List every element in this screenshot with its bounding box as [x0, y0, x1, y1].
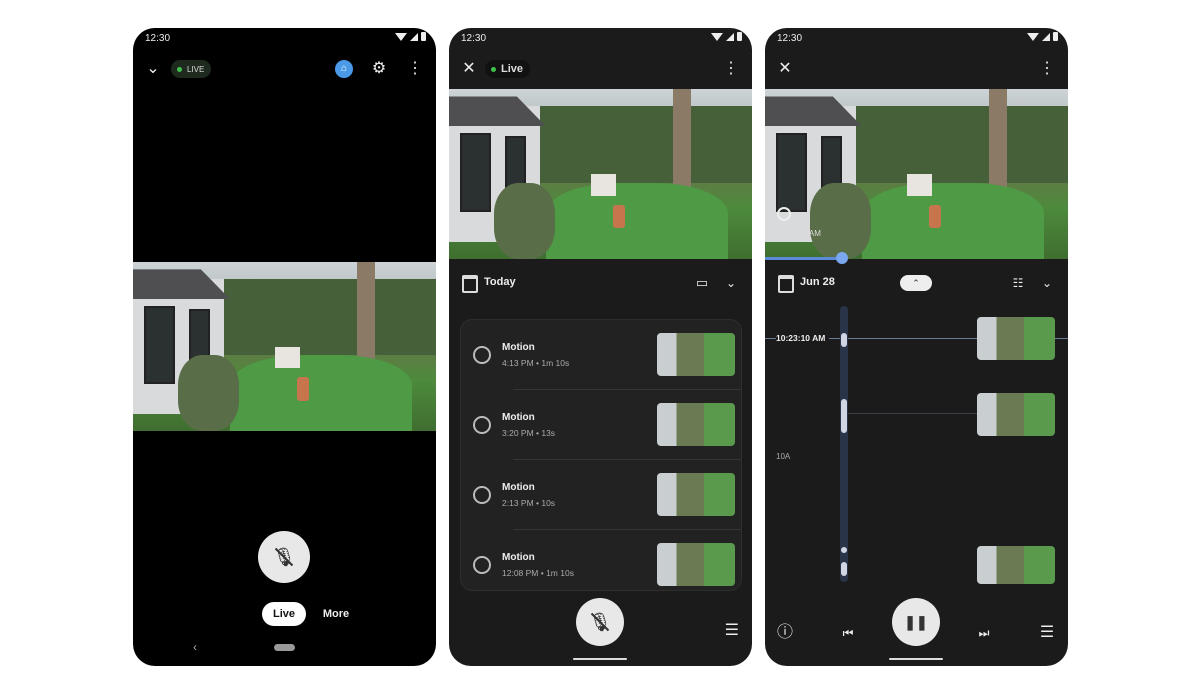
- cell-signal-icon: [1042, 32, 1050, 41]
- event-thumbnail[interactable]: [977, 317, 1055, 360]
- collapse-button[interactable]: ⌃: [900, 275, 932, 291]
- motion-icon: [473, 486, 491, 504]
- event-title: Motion: [502, 342, 535, 353]
- status-time: 12:30: [777, 33, 803, 44]
- timeline-event-marker[interactable]: [841, 399, 847, 433]
- battery-icon: [421, 32, 426, 41]
- camera-feed[interactable]: 10:23:10 AM: [765, 89, 1068, 259]
- event-detail: 3:20 PM • 13s: [502, 428, 556, 438]
- pause-button[interactable]: ❚❚: [892, 598, 940, 646]
- list-item[interactable]: Motion 4:13 PM • 1m 10s: [461, 320, 741, 390]
- overlay-time: 10:23:10 AM: [776, 229, 821, 238]
- skip-next-icon[interactable]: ⏭: [971, 620, 997, 646]
- expand-collapse-icon[interactable]: ⌄: [1034, 270, 1060, 296]
- tab-live[interactable]: Live: [262, 602, 306, 626]
- cell-signal-icon: [410, 32, 418, 41]
- motion-icon: [473, 556, 491, 574]
- info-icon[interactable]: ⓘ: [772, 620, 798, 646]
- mic-toggle-button[interactable]: 🎙: [258, 531, 310, 583]
- event-thumbnail[interactable]: [977, 546, 1055, 584]
- nav-home-bar[interactable]: [573, 658, 627, 660]
- playback-controls: ⓘ ⏮ ❚❚ ⏭ ☰: [765, 598, 1068, 650]
- tab-more[interactable]: More: [316, 602, 356, 626]
- battery-icon: [1053, 32, 1058, 41]
- live-badge-label: LIVE: [187, 64, 205, 74]
- more-vert-icon[interactable]: ⋮: [402, 56, 428, 82]
- more-vert-icon[interactable]: ⋮: [1034, 56, 1060, 82]
- close-icon[interactable]: ✕: [772, 56, 798, 82]
- event-list: Motion 4:13 PM • 1m 10s Motion 3:20 PM • 1…: [460, 319, 742, 591]
- calendar-icon[interactable]: [462, 275, 478, 293]
- phone-live-view: 12:30 ⌄ LIVE ⌂ ⚙ ⋮ 🎙 Live More ‹: [133, 28, 436, 666]
- status-bar: 12:30: [449, 28, 752, 50]
- wifi-icon: [711, 32, 723, 41]
- event-detail: 4:13 PM • 1m 10s: [502, 358, 570, 368]
- status-time: 12:30: [461, 33, 487, 44]
- event-detail: 2:13 PM • 10s: [502, 498, 556, 508]
- view-toggle-icon[interactable]: ▭: [689, 270, 715, 296]
- event-thumbnail[interactable]: [657, 333, 735, 376]
- menu-icon[interactable]: ☰: [725, 620, 739, 640]
- cursor-time: 10:23:10 AM: [776, 333, 830, 343]
- event-detail: 12:08 PM • 1m 10s: [502, 568, 574, 578]
- close-icon[interactable]: ✕: [456, 56, 482, 82]
- filter-icon[interactable]: ☷: [1005, 270, 1031, 296]
- timeline-event-marker[interactable]: [841, 562, 847, 576]
- skip-previous-icon[interactable]: ⏮: [835, 620, 861, 646]
- live-badge: LIVE: [171, 60, 212, 78]
- timeline-event-marker[interactable]: [841, 547, 847, 553]
- chevron-down-icon[interactable]: ⌄: [140, 56, 166, 82]
- more-vert-icon[interactable]: ⋮: [718, 56, 744, 82]
- live-dot-icon: [491, 66, 496, 72]
- date-label[interactable]: Jun 28: [800, 276, 835, 288]
- event-thumbnail[interactable]: [657, 473, 735, 516]
- date-header: Today ▭ ⌄: [449, 268, 752, 298]
- event-title: Motion: [502, 552, 535, 563]
- phone-timeline: 12:30 ✕ ⋮ 10:23:10 AM Jun 28 ☷ ⌄ ⌃ 10:23…: [765, 28, 1068, 666]
- motion-icon: [473, 346, 491, 364]
- nav-home-pill[interactable]: [274, 644, 295, 651]
- date-label[interactable]: Today: [484, 276, 516, 288]
- phone-event-list: 12:30 ✕ Live ⋮ Today ▭ ⌄ Motion 4:13 PM •…: [449, 28, 752, 666]
- mic-toggle-button[interactable]: 🎙: [576, 598, 624, 646]
- event-title: Motion: [502, 482, 535, 493]
- event-thumbnail[interactable]: [657, 543, 735, 586]
- live-dot-icon: [177, 66, 182, 72]
- status-bar: 12:30: [133, 28, 436, 50]
- live-badge-label: Live: [501, 63, 524, 75]
- nav-home-bar[interactable]: [889, 658, 943, 660]
- list-item[interactable]: Motion 3:20 PM • 13s: [461, 390, 741, 460]
- live-badge: Live: [485, 60, 531, 78]
- status-bar: 12:30: [765, 28, 1068, 50]
- battery-icon: [737, 32, 742, 41]
- nav-back-icon[interactable]: ‹: [193, 640, 197, 654]
- event-thumbnail[interactable]: [657, 403, 735, 446]
- expand-collapse-icon[interactable]: ⌄: [718, 270, 744, 296]
- camera-feed[interactable]: [133, 262, 436, 431]
- event-thumbnail[interactable]: [977, 393, 1055, 436]
- gear-icon[interactable]: ⚙: [366, 56, 392, 82]
- hour-label: 10A: [776, 452, 791, 461]
- status-time: 12:30: [145, 33, 171, 44]
- home-icon[interactable]: ⌂: [335, 60, 353, 78]
- calendar-icon[interactable]: [778, 275, 794, 293]
- progress-bar[interactable]: [765, 257, 842, 260]
- motion-icon: [777, 207, 791, 221]
- pause-icon: ❚❚: [904, 614, 928, 630]
- wifi-icon: [395, 32, 407, 41]
- cell-signal-icon: [726, 32, 734, 41]
- wifi-icon: [1027, 32, 1039, 41]
- list-item[interactable]: Motion 2:13 PM • 10s: [461, 460, 741, 530]
- menu-icon[interactable]: ☰: [1034, 620, 1060, 646]
- event-title: Motion: [502, 412, 535, 423]
- motion-icon: [473, 416, 491, 434]
- camera-feed[interactable]: [449, 89, 752, 259]
- scrubber-handle[interactable]: [836, 252, 848, 264]
- timeline-track[interactable]: [840, 306, 848, 582]
- event-line: [848, 413, 978, 414]
- list-item[interactable]: Motion 12:08 PM • 1m 10s: [461, 530, 741, 590]
- timeline-event-marker[interactable]: [841, 333, 847, 347]
